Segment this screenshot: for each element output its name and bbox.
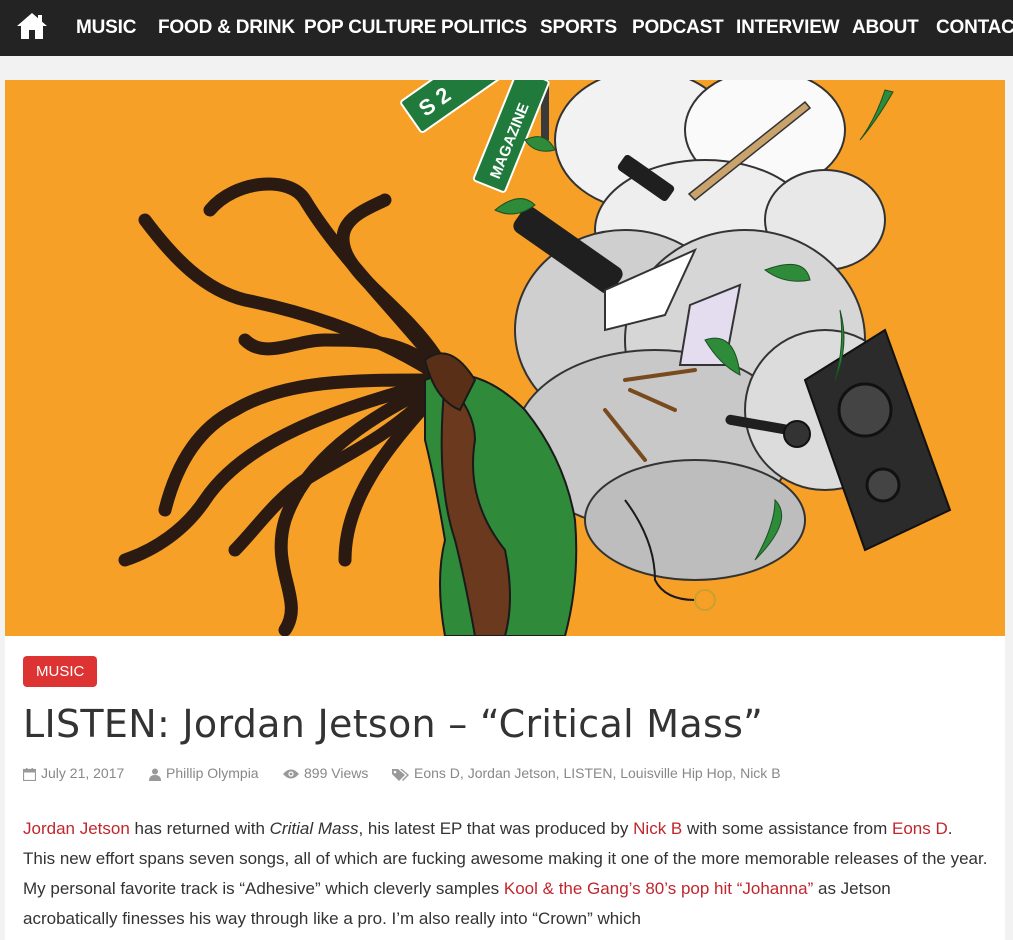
nav-item-about[interactable]: ABOUT: [852, 15, 919, 41]
post-views: 899 Views: [283, 763, 368, 783]
post-author-link[interactable]: Phillip Olympia: [166, 765, 259, 781]
article-card: S 2 MAGAZINE MUSIC LISTEN: Jordan Jetson…: [5, 80, 1005, 940]
tag-link[interactable]: Louisville Hip Hop: [620, 765, 732, 781]
post-paragraph: Jordan Jetson has returned with Critial …: [23, 819, 988, 928]
tag-link[interactable]: Eons D: [414, 765, 460, 781]
eons-d-link[interactable]: Eons D: [892, 819, 948, 838]
user-icon: [149, 768, 161, 781]
nav-item-contact[interactable]: CONTACT: [936, 15, 1013, 41]
artist-link[interactable]: Jordan Jetson: [23, 819, 130, 838]
nav-item-music[interactable]: MUSIC: [76, 15, 136, 41]
tag-link[interactable]: Jordan Jetson: [468, 765, 556, 781]
post-author[interactable]: Phillip Olympia: [149, 763, 259, 783]
nav-item-food-drink[interactable]: FOOD & DRINK: [158, 15, 295, 41]
tag-link[interactable]: LISTEN: [563, 765, 612, 781]
top-navigation: MUSIC FOOD & DRINK POP CULTURE POLITICS …: [0, 0, 1013, 56]
post-tags: Eons D, Jordan Jetson, LISTEN, Louisvill…: [392, 763, 781, 783]
tags-icon: [392, 768, 409, 781]
post-content: Jordan Jetson has returned with Critial …: [23, 814, 988, 934]
category-badge[interactable]: MUSIC: [23, 656, 98, 687]
post-date[interactable]: July 21, 2017: [23, 763, 124, 783]
producer-link[interactable]: Nick B: [633, 819, 682, 838]
nav-item-podcast[interactable]: PODCAST: [632, 15, 724, 41]
post-title: LISTEN: Jordan Jetson – “Critical Mass”: [23, 702, 764, 746]
tag-link[interactable]: Nick B: [740, 765, 780, 781]
eye-icon: [283, 769, 299, 779]
nav-item-sports[interactable]: SPORTS: [540, 15, 617, 41]
home-icon[interactable]: [16, 10, 48, 42]
nav-item-pop-culture[interactable]: POP CULTURE: [304, 15, 436, 41]
featured-image[interactable]: S 2 MAGAZINE: [5, 80, 1005, 636]
post-date-link[interactable]: July 21, 2017: [41, 765, 124, 781]
post-views-count: 899 Views: [304, 765, 369, 781]
calendar-icon: [23, 767, 36, 781]
kool-gang-link[interactable]: Kool & the Gang’s 80’s pop hit “Johanna”: [504, 879, 813, 898]
nav-item-politics[interactable]: POLITICS: [441, 15, 527, 41]
nav-item-interview[interactable]: INTERVIEW: [736, 15, 840, 41]
